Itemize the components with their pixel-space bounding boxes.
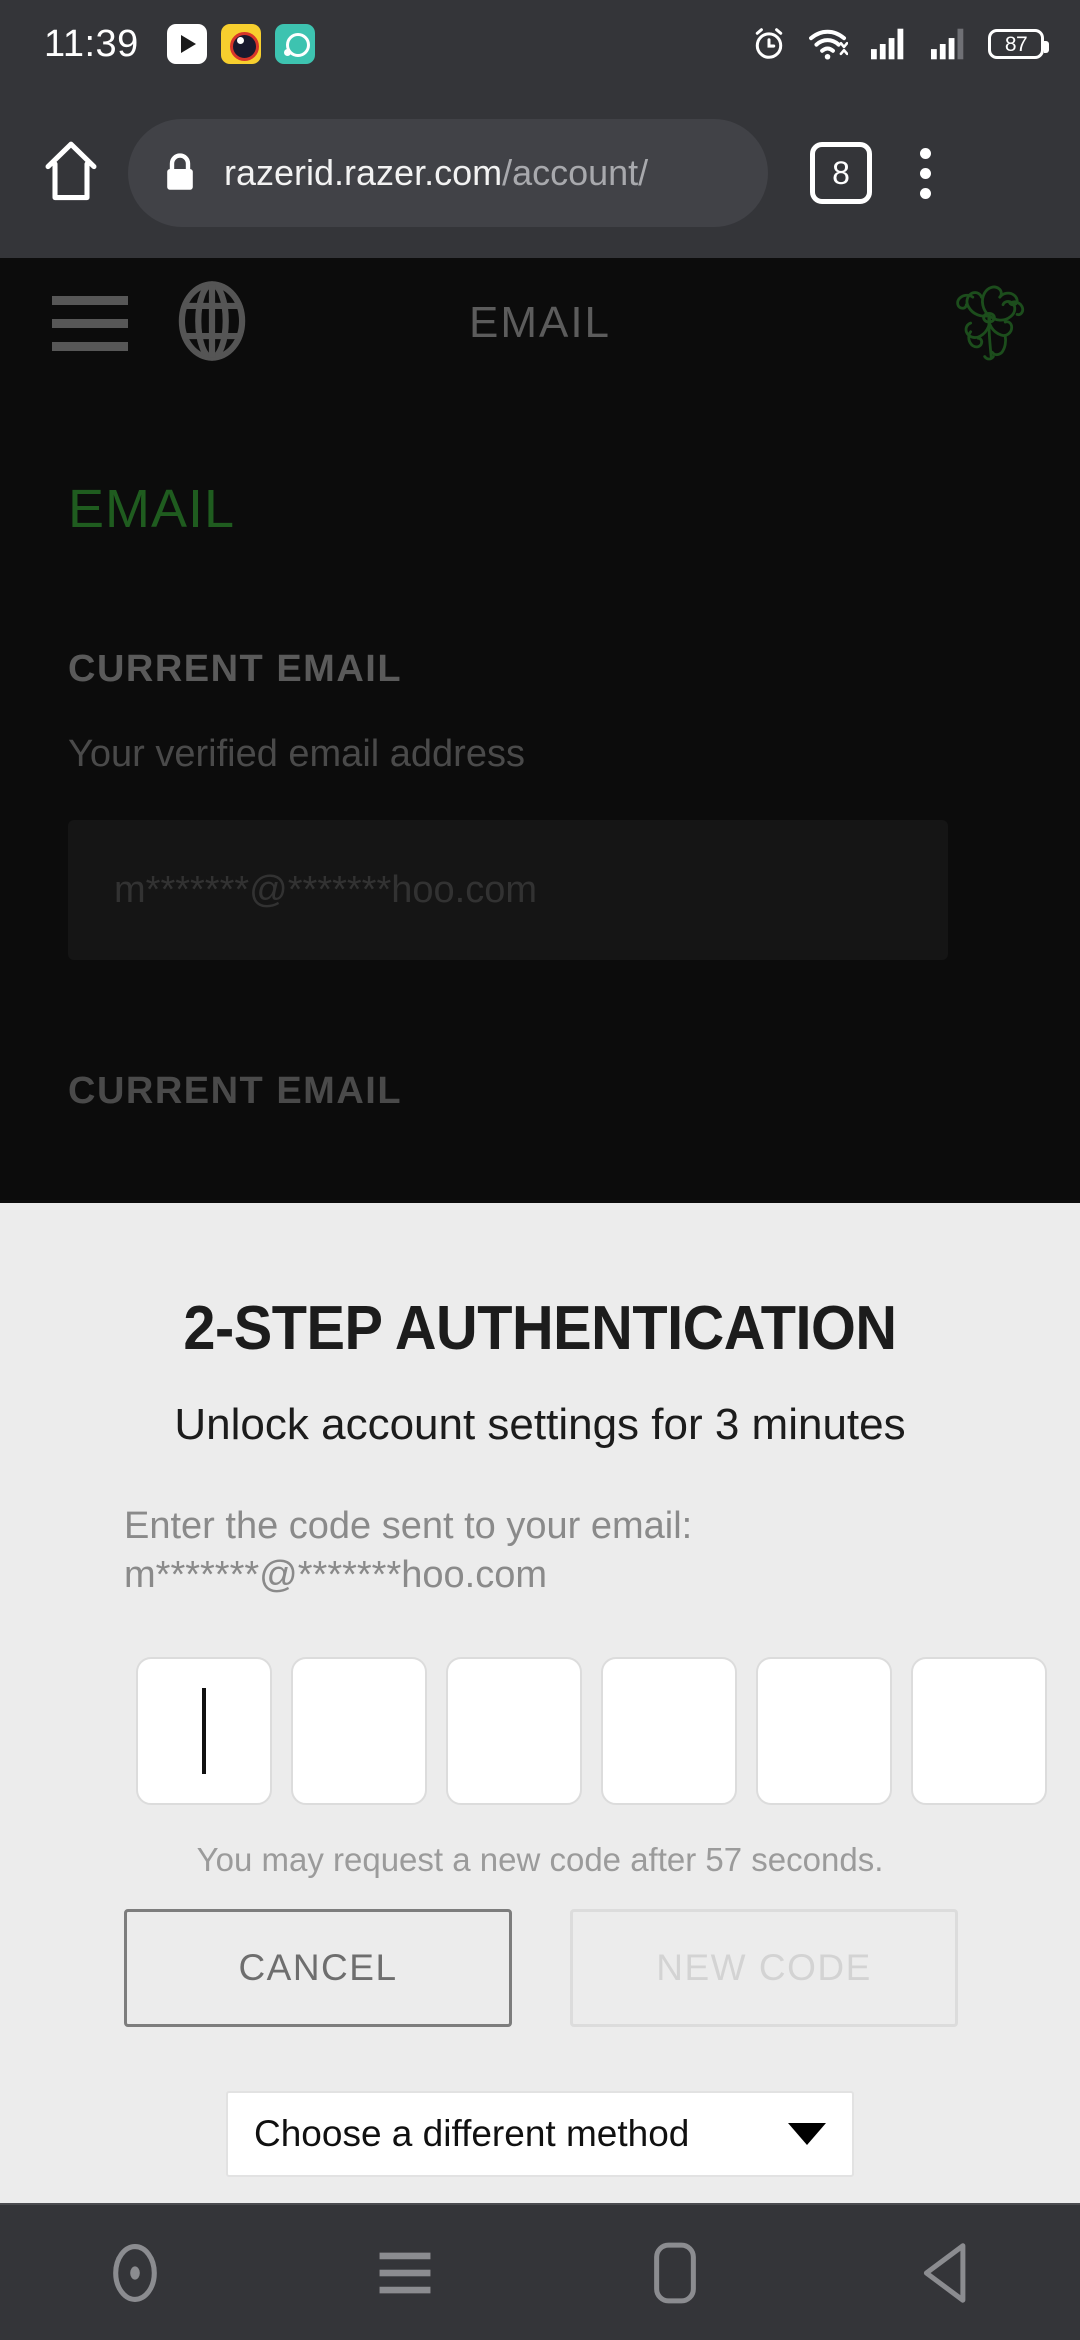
instruction-line-2: m*******@*******hoo.com: [124, 1553, 548, 1596]
razer-logo-icon: [934, 268, 1044, 381]
otp-digit-3[interactable]: [446, 1657, 582, 1806]
otp-digit-5[interactable]: [756, 1657, 892, 1806]
teal-app-icon: [274, 24, 315, 64]
tab-count-label: 8: [832, 155, 850, 191]
site-header: EMAIL: [0, 258, 1080, 388]
battery-percent-label: 87: [1004, 32, 1028, 56]
phone-screen: 11:39 87 razerid.razer.com/account/ 8 EM…: [0, 0, 1080, 2340]
status-clock: 11:39: [44, 22, 139, 65]
browser-toolbar: razerid.razer.com/account/ 8: [0, 88, 1080, 258]
tab-switcher-button[interactable]: 8: [810, 142, 872, 204]
two-step-authentication-dialog: 2-STEP AUTHENTICATION Unlock account set…: [0, 1203, 1080, 2203]
menu-dot: [920, 187, 931, 199]
alarm-icon: [755, 28, 783, 59]
url-domain: razerid.razer.com: [224, 152, 503, 193]
recents-glyph: [379, 2252, 431, 2293]
current-email-label: CURRENT EMAIL: [68, 648, 403, 690]
text-caret: [202, 1688, 206, 1775]
system-navigation-bar: [0, 2203, 1080, 2340]
home-icon: [45, 141, 97, 201]
url-bar[interactable]: razerid.razer.com/account/: [128, 119, 768, 227]
back-glyph: [923, 2242, 966, 2303]
status-bar: 11:39 87: [0, 0, 1080, 88]
chevron-down-icon: [788, 2123, 826, 2146]
url-path: /account/: [502, 152, 649, 193]
home-button[interactable]: [26, 138, 116, 208]
resend-hint: You may request a new code after 57 seco…: [196, 1841, 884, 1879]
current-email-value: m*******@*******hoo.com: [114, 868, 538, 911]
current-email-field[interactable]: m*******@*******hoo.com: [68, 820, 948, 960]
home-square-icon[interactable]: [540, 2242, 810, 2304]
new-code-button[interactable]: NEW CODE: [570, 1909, 958, 2028]
instruction-line-1: Enter the code sent to your email:: [124, 1505, 693, 1547]
otp-input-group: [136, 1657, 1080, 1806]
current-email-label-2: CURRENT EMAIL: [68, 1070, 403, 1112]
overflow-menu-icon[interactable]: [920, 147, 931, 199]
site-header-title: EMAIL: [468, 298, 612, 347]
wifi-icon: [809, 29, 848, 60]
assistant-dot-icon[interactable]: [0, 2240, 270, 2306]
youtube-icon: [166, 24, 207, 64]
otp-digit-2[interactable]: [291, 1657, 427, 1806]
dialog-subtitle: Unlock account settings for 3 minutes: [174, 1400, 906, 1449]
signal-sim1-icon: [871, 28, 904, 60]
cancel-button[interactable]: CANCEL: [124, 1909, 512, 2028]
otp-digit-4[interactable]: [601, 1657, 737, 1806]
otp-digit-6[interactable]: [911, 1657, 1047, 1806]
dialog-actions: CANCEL NEW CODE: [124, 1909, 1080, 2028]
current-email-description: Your verified email address: [68, 733, 525, 775]
back-triangle-icon[interactable]: [810, 2242, 1080, 2304]
notification-icons: [166, 24, 315, 64]
otp-digit-1[interactable]: [136, 1657, 272, 1806]
menu-dot: [920, 147, 931, 159]
menu-dot: [920, 167, 931, 179]
method-select-label: Choose a different method: [254, 2113, 690, 2155]
camera-eye-icon: [220, 24, 261, 64]
assistant-glyph: [113, 2243, 157, 2302]
recents-menu-icon[interactable]: [270, 2249, 540, 2297]
battery-icon: 87: [988, 29, 1049, 59]
dialog-title: 2-STEP AUTHENTICATION: [183, 1294, 897, 1363]
signal-sim2-icon: [931, 28, 964, 60]
method-select[interactable]: Choose a different method: [226, 2091, 854, 2178]
home-glyph: [654, 2242, 696, 2303]
lock-icon: [167, 153, 193, 190]
dialog-instruction: Enter the code sent to your email: m****…: [124, 1502, 1080, 1599]
system-status-icons: 87: [750, 25, 1049, 63]
page-title: EMAIL: [68, 479, 236, 539]
url-text: razerid.razer.com/account/: [224, 152, 648, 194]
razer-snake-glyph: [956, 285, 1025, 361]
